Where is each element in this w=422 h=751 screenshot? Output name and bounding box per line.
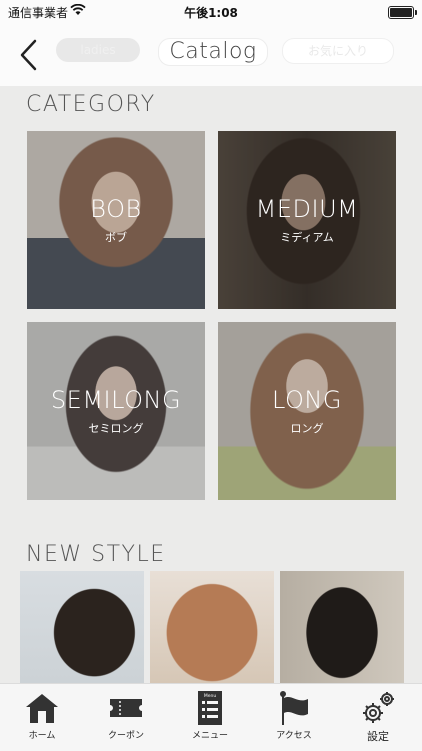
gear-icon — [363, 692, 394, 723]
coupon-icon — [110, 699, 142, 717]
status-time: 午後1:08 — [184, 6, 238, 20]
tab-bar: ホーム クーポン Menu メニュー アクセス 設定 — [0, 683, 422, 751]
tab-settings[interactable]: 設定 — [336, 684, 420, 751]
category-en-label: LONG — [272, 386, 342, 414]
category-tile-semilong[interactable]: SEMILONG セミロング — [27, 322, 205, 500]
category-en-label: BOB — [90, 195, 142, 223]
category-en-label: SEMILONG — [50, 386, 182, 414]
category-jp-label: ミディアム — [280, 231, 334, 244]
tab-label: アクセス — [276, 731, 312, 741]
menu-icon: Menu — [198, 691, 222, 725]
style-thumbnail[interactable] — [150, 571, 274, 683]
style-thumbnail[interactable] — [280, 571, 404, 683]
tab-coupon[interactable]: クーポン — [84, 684, 168, 751]
category-jp-label: ロング — [290, 422, 324, 435]
category-jp-label: ボブ — [105, 231, 127, 244]
battery-icon — [388, 6, 417, 19]
tab-label: クーポン — [107, 731, 144, 741]
back-chevron-icon[interactable] — [16, 38, 46, 72]
tab-menu[interactable]: Menu メニュー — [168, 684, 252, 751]
tab-access[interactable]: アクセス — [252, 684, 336, 751]
page-title: Catalog — [158, 38, 268, 66]
flag-icon — [280, 691, 308, 725]
category-heading: CATEGORY — [26, 92, 156, 117]
svg-text:Menu: Menu — [204, 693, 217, 699]
status-bar: 通信事業者 午後1:08 — [0, 0, 422, 24]
nav-bar: ladies Catalog お気に入り — [0, 24, 422, 86]
tab-label: メニュー — [191, 731, 228, 741]
home-icon — [26, 694, 58, 723]
style-thumbnail[interactable] — [20, 571, 144, 683]
category-en-label: MEDIUM — [255, 195, 359, 223]
category-tile-long[interactable]: LONG ロング — [218, 322, 396, 500]
favorites-pill[interactable]: お気に入り — [282, 38, 394, 64]
ladies-pill[interactable]: ladies — [56, 38, 140, 62]
tab-home[interactable]: ホーム — [0, 684, 84, 751]
tab-label: 設定 — [367, 730, 389, 743]
new-style-heading: NEW STYLE — [26, 542, 166, 567]
category-jp-label: セミロング — [88, 422, 144, 435]
category-tile-bob[interactable]: BOB ボブ — [27, 131, 205, 309]
category-tile-medium[interactable]: MEDIUM ミディアム — [218, 131, 396, 309]
tab-label: ホーム — [28, 731, 56, 741]
